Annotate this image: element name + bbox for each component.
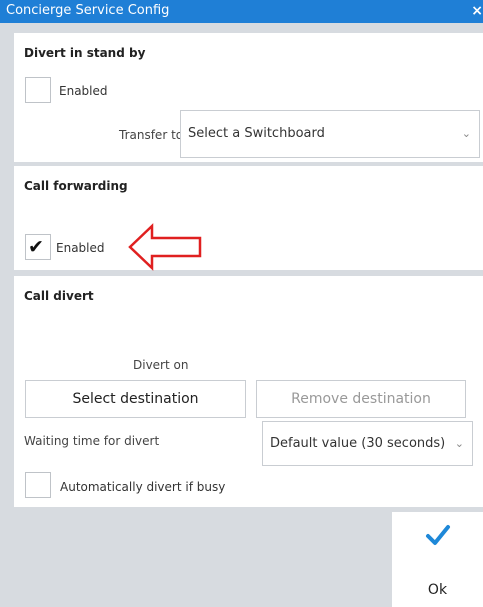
switchboard-select-value: Select a Switchboard bbox=[188, 126, 325, 141]
auto-divert-checkbox[interactable] bbox=[25, 472, 51, 498]
forwarding-enabled-label: Enabled bbox=[56, 241, 105, 255]
section-title-divert-standby: Divert in stand by bbox=[24, 46, 146, 60]
section-title-call-forwarding: Call forwarding bbox=[24, 179, 128, 193]
standby-enabled-label: Enabled bbox=[59, 84, 108, 98]
waiting-time-select[interactable]: Default value (30 seconds) ⌄ bbox=[262, 421, 473, 466]
window-title: Concierge Service Config bbox=[6, 3, 170, 18]
annotation-arrow-icon bbox=[128, 223, 202, 271]
section-title-call-divert: Call divert bbox=[24, 289, 94, 303]
divert-in-standby-section: Divert in stand by Enabled Transfer to S… bbox=[14, 33, 483, 162]
remove-destination-button[interactable]: Remove destination bbox=[256, 380, 466, 418]
call-forwarding-section: Call forwarding ✔ Enabled bbox=[14, 166, 483, 270]
chevron-down-icon: ⌄ bbox=[454, 437, 464, 450]
call-divert-section: Call divert Divert on Select destination… bbox=[14, 276, 483, 507]
close-icon[interactable]: × bbox=[471, 2, 483, 20]
select-destination-button[interactable]: Select destination bbox=[25, 380, 246, 418]
auto-divert-label: Automatically divert if busy bbox=[60, 480, 226, 494]
ok-button[interactable]: Ok bbox=[392, 512, 483, 607]
standby-enabled-checkbox[interactable] bbox=[25, 77, 51, 103]
forwarding-enabled-checkbox[interactable]: ✔ bbox=[25, 234, 51, 260]
checkmark-icon: ✔ bbox=[28, 236, 44, 258]
switchboard-select[interactable]: Select a Switchboard ⌄ bbox=[180, 110, 480, 158]
divert-on-label: Divert on bbox=[133, 358, 189, 372]
title-bar: Concierge Service Config × bbox=[0, 0, 483, 23]
transfer-to-label: Transfer to bbox=[119, 128, 184, 142]
checkmark-icon bbox=[426, 525, 450, 545]
chevron-down-icon: ⌄ bbox=[461, 127, 471, 140]
ok-label: Ok bbox=[427, 582, 448, 598]
waiting-time-value: Default value (30 seconds) bbox=[270, 436, 446, 451]
waiting-time-label: Waiting time for divert bbox=[24, 434, 160, 448]
concierge-config-dialog: Concierge Service Config × Divert in sta… bbox=[0, 0, 483, 607]
